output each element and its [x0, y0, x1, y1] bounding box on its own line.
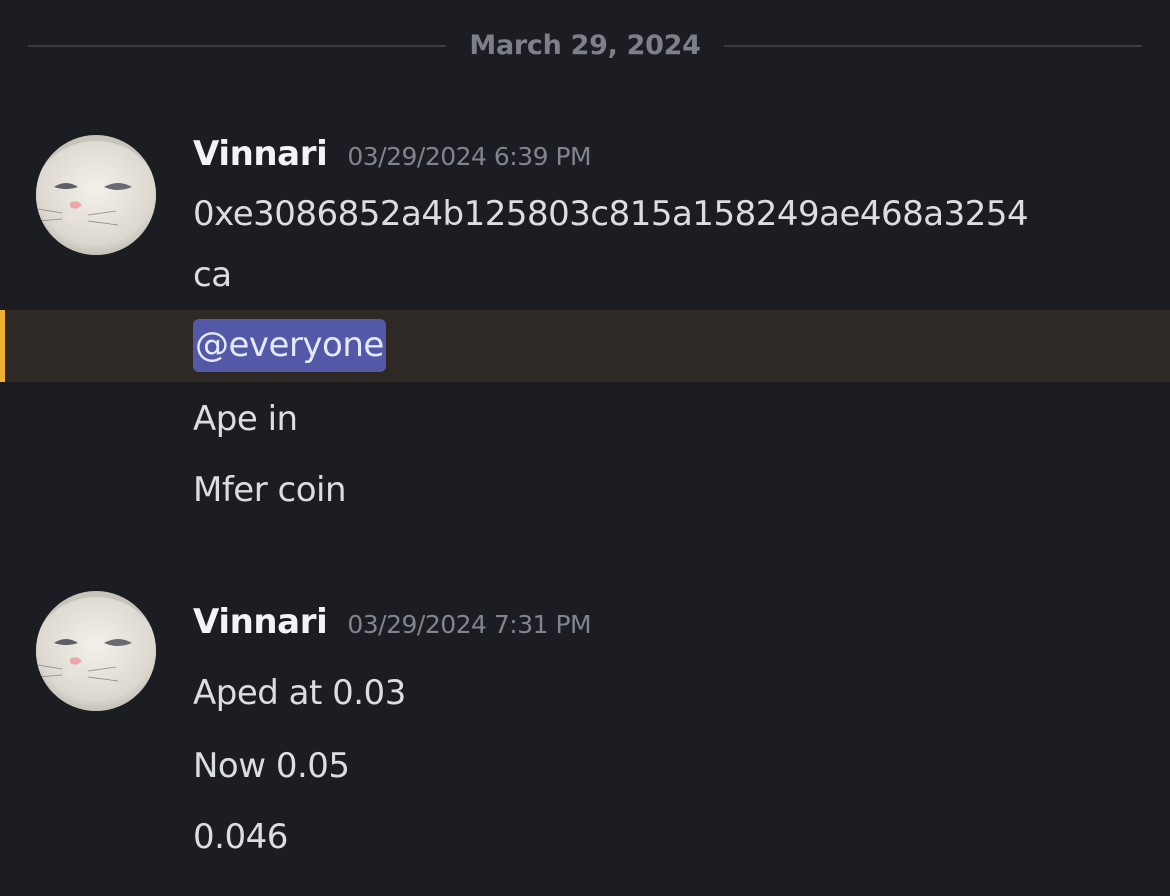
- divider-line-left: [28, 45, 446, 47]
- author-name[interactable]: Vinnari: [193, 134, 328, 174]
- message-timestamp: 03/29/2024 6:39 PM: [347, 142, 592, 171]
- mention-highlight-row: [0, 310, 1170, 382]
- everyone-mention[interactable]: @everyone: [193, 319, 386, 372]
- message-header: Vinnari 03/29/2024 6:39 PM: [193, 134, 592, 178]
- mention-indicator-bar: [0, 310, 5, 382]
- message-text: Ape in: [193, 399, 298, 439]
- message-text: 0xe3086852a4b125803c815a158249ae468a3254: [193, 194, 1029, 234]
- divider-line-right: [724, 45, 1142, 47]
- avatar[interactable]: [36, 135, 156, 255]
- cat-avatar-icon: [36, 591, 156, 711]
- date-divider-label: March 29, 2024: [469, 30, 701, 61]
- message-text: ca: [193, 255, 232, 295]
- message-text: Now 0.05: [193, 746, 350, 786]
- date-divider: March 29, 2024: [28, 28, 1142, 64]
- message-text: 0.046: [193, 817, 288, 857]
- message-text: Mfer coin: [193, 470, 347, 510]
- message-text: Aped at 0.03: [193, 673, 406, 713]
- avatar[interactable]: [36, 591, 156, 711]
- message-timestamp: 03/29/2024 7:31 PM: [347, 610, 592, 639]
- author-name[interactable]: Vinnari: [193, 602, 328, 642]
- message-header: Vinnari 03/29/2024 7:31 PM: [193, 602, 592, 646]
- cat-avatar-icon: [36, 135, 156, 255]
